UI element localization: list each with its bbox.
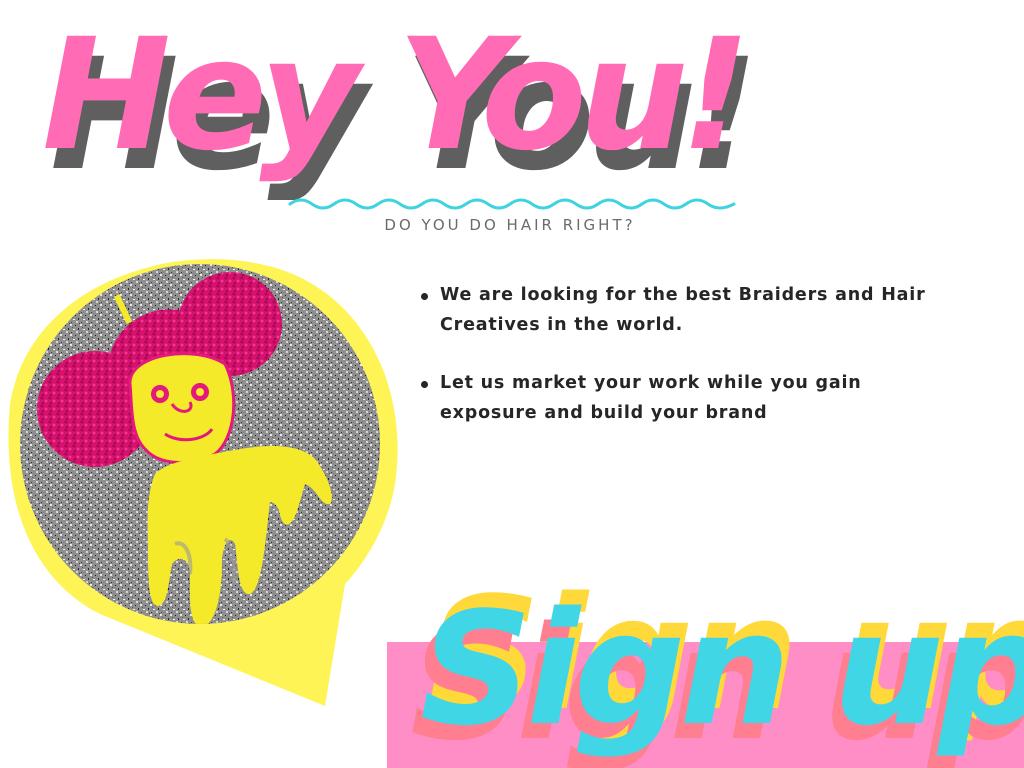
- wave-line: [288, 198, 736, 210]
- bullet-list: We are looking for the best Braiders and…: [412, 280, 960, 456]
- signup-main: Sign up: [420, 578, 1024, 760]
- headline-text: Hey You!: [42, 6, 743, 185]
- face: [128, 352, 236, 464]
- headline: Hey You! Hey You!: [42, 6, 759, 200]
- wavy-divider: [288, 198, 736, 210]
- list-item: Let us market your work while you gain e…: [421, 368, 960, 428]
- braider-illustration: [8, 259, 398, 706]
- signup-label: Sign up: [420, 578, 1024, 760]
- subtitle: DO YOU DO HAIR RIGHT?: [384, 216, 636, 234]
- signup-button[interactable]: Sign up Sign up Sign up: [380, 548, 1024, 768]
- headline-main: Hey You!: [42, 6, 751, 185]
- list-item: We are looking for the best Braiders and…: [421, 280, 960, 340]
